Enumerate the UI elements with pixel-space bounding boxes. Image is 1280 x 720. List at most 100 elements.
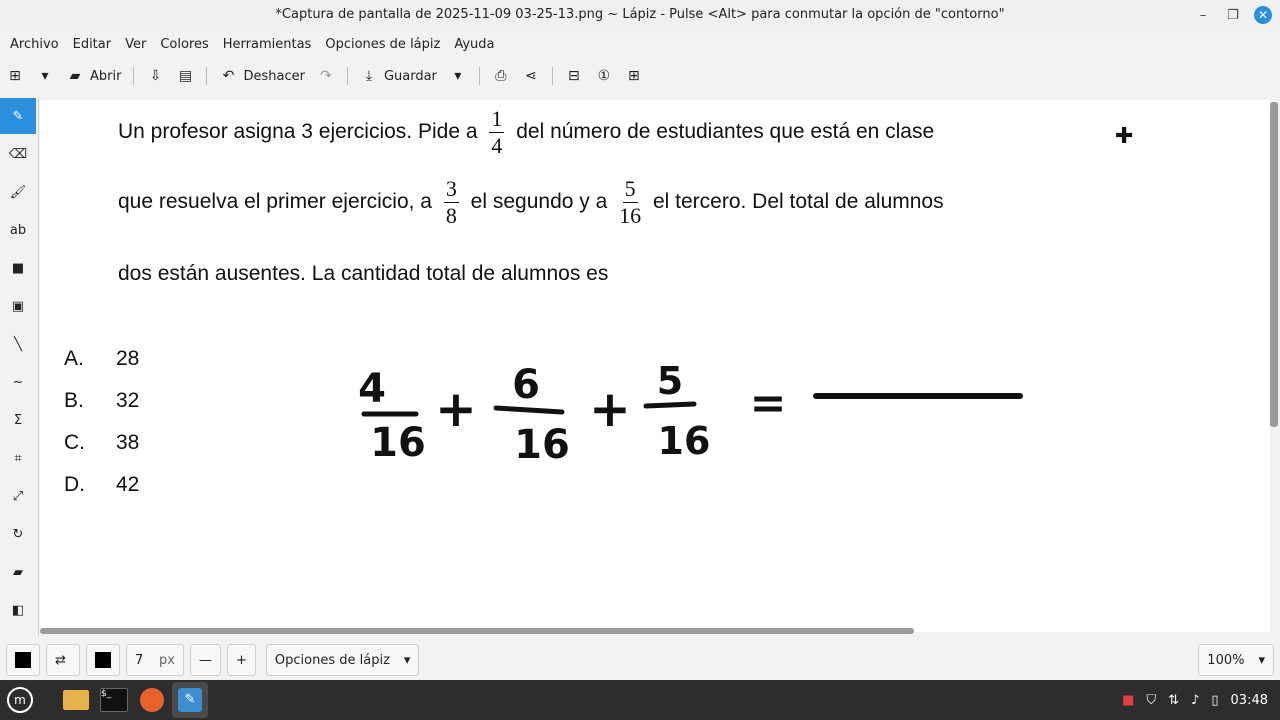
selection-tool[interactable]: ▣ xyxy=(0,288,36,324)
vertical-scrollbar[interactable] xyxy=(1270,102,1278,427)
paste-button[interactable]: ▤ xyxy=(170,63,200,89)
volume-icon[interactable]: ♪ xyxy=(1191,693,1199,708)
text-tool[interactable]: ab xyxy=(0,212,36,248)
firefox-icon xyxy=(140,688,164,712)
pencil-tool[interactable]: ✎ xyxy=(0,98,36,134)
chevron-down-icon: ▾ xyxy=(1258,652,1265,668)
hand-fraction-bar xyxy=(493,405,565,415)
mint-logo-icon: m xyxy=(7,687,33,713)
drawing-app-icon: ✎ xyxy=(178,688,202,712)
menu-archivo[interactable]: Archivo xyxy=(8,37,61,52)
menu-button[interactable]: m xyxy=(2,682,38,718)
zoom-dropdown[interactable]: 100% ▾ xyxy=(1198,644,1274,676)
shield-icon[interactable]: ⛉ xyxy=(1146,693,1156,708)
hand-denominator-3: 16 xyxy=(658,419,711,463)
freeshape-tool[interactable]: Σ xyxy=(0,402,36,438)
system-tray: ■ ⛉ ⇅ ♪ ▯ 03:48 xyxy=(1122,680,1268,720)
horizontal-scrollbar[interactable] xyxy=(40,628,914,634)
size-increase-button[interactable]: + xyxy=(227,644,256,676)
plus-icon: + xyxy=(236,652,247,668)
rotate-icon: ↻ xyxy=(12,526,24,542)
undo-button[interactable]: ↶ Deshacer xyxy=(213,63,310,89)
new-button[interactable]: ⊞ xyxy=(0,63,30,89)
line-icon: ╲ xyxy=(14,336,22,352)
zoom-out-icon: ⊟ xyxy=(568,68,580,84)
battery-icon[interactable]: ▯ xyxy=(1211,693,1218,708)
import-icon: ⇩ xyxy=(149,68,162,84)
minus-icon: — xyxy=(199,652,212,668)
share-button[interactable]: ⋖ xyxy=(516,63,546,89)
zoom-in-icon: ⊞ xyxy=(628,68,640,84)
minimize-icon[interactable]: – xyxy=(1194,6,1212,24)
save-label: Guardar xyxy=(383,68,437,84)
hand-numerator-2: 6 xyxy=(512,362,540,408)
new-dropdown-button[interactable]: ▾ xyxy=(30,63,60,89)
hand-plus-1: + xyxy=(435,380,477,438)
menu-bar: Archivo Editar Ver Colores Herramientas … xyxy=(0,30,1280,58)
import-button[interactable]: ⇩ xyxy=(140,63,170,89)
tool-options-dropdown[interactable]: Opciones de lápiz ▾ xyxy=(265,644,420,676)
pencil-app-task[interactable]: ✎ xyxy=(172,682,208,718)
print-button[interactable]: ⎙ xyxy=(486,63,516,89)
text-icon: ab xyxy=(9,222,27,238)
secondary-color-swatch xyxy=(95,652,111,668)
taskbar: m $_ ✎ ■ ⛉ ⇅ ♪ ▯ 03:48 xyxy=(0,680,1280,720)
hand-denominator-1: 16 xyxy=(370,420,426,466)
screen-recorder-icon[interactable]: ■ xyxy=(1122,693,1134,708)
line-tool[interactable]: ╲ xyxy=(0,326,36,362)
scale-icon: ⤢ xyxy=(12,488,24,504)
pencil-icon: ✎ xyxy=(12,108,24,124)
rectangle-icon: ■ xyxy=(11,260,25,276)
swap-icon: ⇄ xyxy=(55,652,66,668)
skew-tool[interactable]: ▰ xyxy=(0,554,36,590)
eraser-tool[interactable]: ⌫ xyxy=(0,136,36,172)
curve-icon: ∼ xyxy=(12,374,24,390)
menu-editar[interactable]: Editar xyxy=(71,37,114,52)
menu-herramientas[interactable]: Herramientas xyxy=(221,37,314,52)
open-button[interactable]: ▰ Abrir xyxy=(60,63,127,89)
drawing-canvas[interactable]: Un profesor asigna 3 ejercicios. Pide a … xyxy=(40,100,1270,632)
menu-opciones-lapiz[interactable]: Opciones de lápiz xyxy=(323,37,442,52)
files-launcher[interactable] xyxy=(58,682,94,718)
clipboard-icon: ▤ xyxy=(178,68,193,84)
undo-label: Deshacer xyxy=(243,68,305,84)
main-color-button[interactable] xyxy=(6,644,40,676)
hand-numerator-1: 4 xyxy=(358,366,386,412)
terminal-launcher[interactable]: $_ xyxy=(96,682,132,718)
toolbar-divider xyxy=(478,67,480,85)
firefox-launcher[interactable] xyxy=(134,682,170,718)
menu-colores[interactable]: Colores xyxy=(158,37,210,52)
zoom-in-button[interactable]: ⊞ xyxy=(619,63,649,89)
menu-ver[interactable]: Ver xyxy=(123,37,148,52)
size-decrease-button[interactable]: — xyxy=(190,644,221,676)
rotate-tool[interactable]: ↻ xyxy=(0,516,36,552)
secondary-color-button[interactable] xyxy=(86,644,120,676)
swap-colors-button[interactable]: ⇄ xyxy=(46,644,80,676)
curve-tool[interactable]: ∼ xyxy=(0,364,36,400)
save-dropdown-button[interactable]: ▾ xyxy=(443,63,473,89)
zoom-value: 100% xyxy=(1207,652,1245,668)
download-icon: ⤓ xyxy=(365,68,373,84)
redo-button[interactable]: ↷ xyxy=(311,63,341,89)
scale-tool[interactable]: ⤢ xyxy=(0,478,36,514)
network-icon[interactable]: ⇅ xyxy=(1168,693,1179,708)
rectangle-tool[interactable]: ■ xyxy=(0,250,36,286)
maximize-icon[interactable]: ❐ xyxy=(1224,6,1242,24)
main-color-swatch xyxy=(15,652,31,668)
save-button[interactable]: ⤓ Guardar xyxy=(354,63,443,89)
share-icon: ⋖ xyxy=(525,68,537,84)
crop-tool[interactable]: ⌗ xyxy=(0,440,36,476)
chevron-down-icon: ▾ xyxy=(454,68,462,84)
menu-ayuda[interactable]: Ayuda xyxy=(452,37,496,52)
hand-denominator-2: 16 xyxy=(514,422,570,468)
printer-icon: ⎙ xyxy=(495,68,507,84)
tool-sidebar: ✎ ⌫ 🖌 ab ■ ▣ ╲ ∼ Σ ⌗ ⤢ ↻ ▰ ◧ xyxy=(0,98,39,636)
size-input[interactable]: 7 px xyxy=(126,644,184,676)
clock[interactable]: 03:48 xyxy=(1231,693,1268,708)
filters-tool[interactable]: ◧ xyxy=(0,592,36,628)
close-icon[interactable]: ✕ xyxy=(1254,6,1272,24)
zoom-reset-button[interactable]: ① xyxy=(589,63,619,89)
zoom-out-button[interactable]: ⊟ xyxy=(559,63,589,89)
brush-tool[interactable]: 🖌 xyxy=(0,174,36,210)
toolbar-divider xyxy=(346,67,348,85)
